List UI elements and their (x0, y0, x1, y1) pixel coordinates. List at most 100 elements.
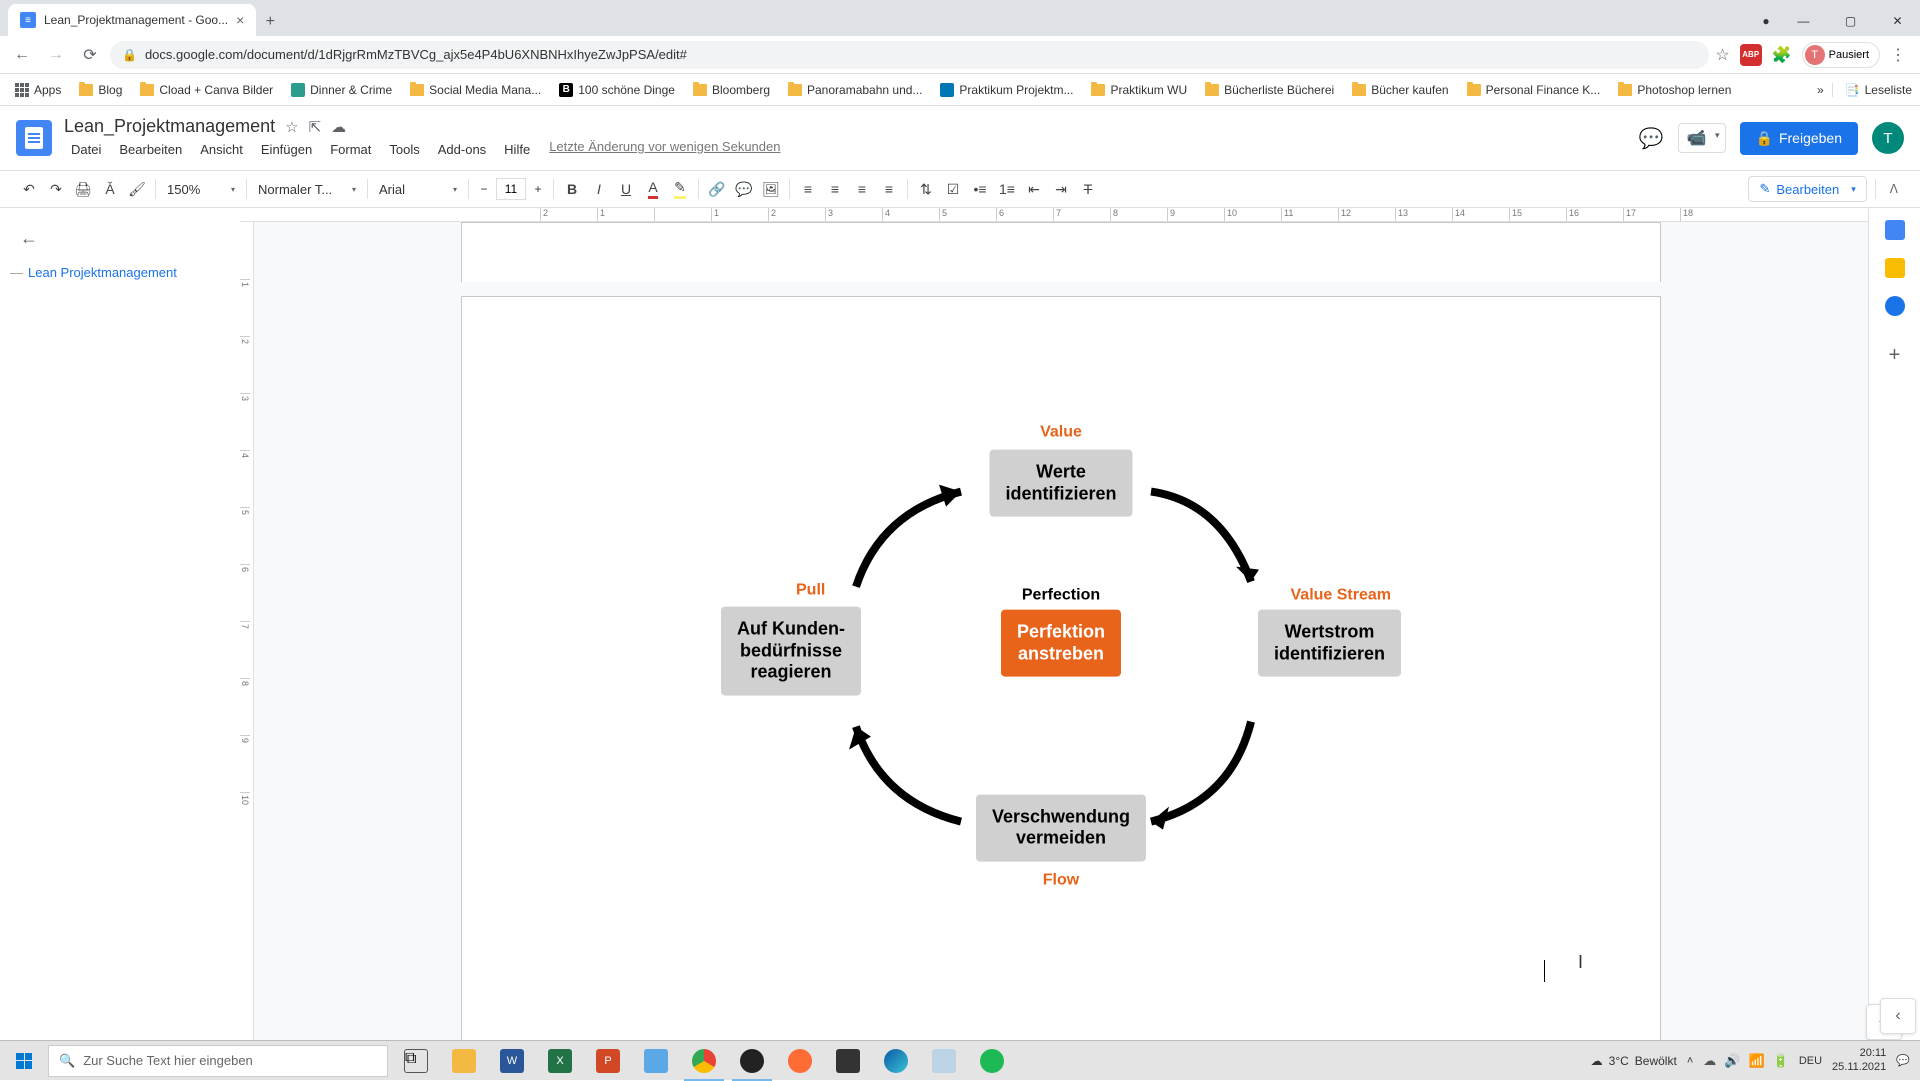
profile-button[interactable]: T Pausiert (1802, 42, 1880, 68)
reload-button[interactable]: ⟳ (76, 41, 104, 69)
tray-chevron-up-icon[interactable]: ˄ (1687, 1055, 1693, 1067)
keep-icon[interactable] (1885, 258, 1905, 278)
text-color-button[interactable]: A (640, 176, 666, 202)
bookmark-item[interactable]: Photoshop lernen (1611, 79, 1738, 101)
bookmark-item[interactable]: Bücher kaufen (1345, 79, 1455, 101)
taskbar-search[interactable]: 🔍 Zur Suche Text hier eingeben (48, 1045, 388, 1077)
bookmark-item[interactable]: Bloomberg (686, 79, 777, 101)
lean-cycle-diagram[interactable]: Value Werteidentifizieren Value Stream W… (721, 432, 1401, 902)
docs-logo[interactable] (16, 120, 52, 156)
back-button[interactable]: ← (8, 41, 36, 69)
taskbar-photos[interactable] (632, 1041, 680, 1081)
close-window-button[interactable]: ✕ (1875, 6, 1920, 36)
underline-button[interactable]: U (613, 176, 639, 202)
taskbar-clock[interactable]: 20:11 25.11.2021 (1832, 1047, 1886, 1073)
taskbar-app[interactable] (824, 1041, 872, 1081)
forward-button[interactable]: → (42, 41, 70, 69)
battery-icon[interactable]: 🔋 (1773, 1053, 1789, 1069)
last-edit-link[interactable]: Letzte Änderung vor wenigen Sekunden (549, 139, 780, 160)
bookmark-item[interactable]: Personal Finance K... (1460, 79, 1608, 101)
menu-ansicht[interactable]: Ansicht (193, 139, 250, 160)
tasks-icon[interactable] (1885, 296, 1905, 316)
wifi-icon[interactable]: 📶 (1748, 1053, 1764, 1069)
spellcheck-button[interactable]: Ǎ (97, 176, 123, 202)
taskbar-word[interactable]: W (488, 1041, 536, 1081)
bookmark-item[interactable]: B100 schöne Dinge (552, 79, 682, 101)
horizontal-ruler[interactable]: 2 1 1 2 3 4 5 6 7 8 9 10 11 12 13 14 15 … (240, 208, 1868, 222)
menu-format[interactable]: Format (323, 139, 378, 160)
outline-back-button[interactable]: ← (0, 220, 240, 257)
editing-mode-dropdown[interactable]: ✎ Bearbeiten ▾ (1748, 176, 1866, 202)
document-canvas[interactable]: 2 1 1 2 3 4 5 6 7 8 9 10 11 12 13 14 15 … (240, 208, 1868, 1040)
close-tab-icon[interactable]: × (236, 12, 244, 28)
line-spacing-button[interactable]: ⇅ (913, 176, 939, 202)
hide-menus-button[interactable]: ᐱ (1884, 182, 1904, 196)
calendar-icon[interactable] (1885, 220, 1905, 240)
zoom-dropdown[interactable]: 150% (161, 182, 241, 197)
print-button[interactable]: 🖨 (70, 176, 96, 202)
bookmarks-overflow[interactable]: » (1817, 83, 1824, 97)
clear-formatting-button[interactable]: T (1075, 176, 1101, 202)
chrome-menu-icon[interactable]: ⋮ (1890, 45, 1906, 65)
meet-button[interactable]: 📹 (1678, 123, 1726, 153)
share-button[interactable]: 🔒 Freigeben (1740, 122, 1858, 155)
maximize-button[interactable]: ▢ (1828, 6, 1873, 36)
abp-extension-icon[interactable]: ABP (1740, 44, 1762, 66)
weather-widget[interactable]: ☁ 3°C Bewölkt (1591, 1054, 1677, 1068)
move-icon[interactable]: ⇱ (309, 118, 322, 136)
align-left-button[interactable]: ≡ (795, 176, 821, 202)
font-size-input[interactable] (496, 178, 526, 200)
language-indicator[interactable]: DEU (1799, 1055, 1822, 1067)
bookmark-item[interactable]: Praktikum Projektm... (933, 79, 1080, 101)
highlight-button[interactable]: ✎ (667, 176, 693, 202)
taskbar-spotify[interactable] (968, 1041, 1016, 1081)
star-icon[interactable]: ☆ (285, 118, 298, 136)
chrome-account-dot[interactable]: ● (1753, 6, 1779, 36)
new-tab-button[interactable]: + (256, 8, 284, 36)
menu-addons[interactable]: Add-ons (431, 139, 493, 160)
font-dropdown[interactable]: Arial (373, 182, 463, 197)
font-size-increase[interactable]: + (528, 178, 548, 200)
url-input[interactable]: 🔒 docs.google.com/document/d/1dRjgrRmMzT… (110, 41, 1709, 69)
font-size-decrease[interactable]: − (474, 178, 494, 200)
align-right-button[interactable]: ≡ (849, 176, 875, 202)
cloud-status-icon[interactable]: ☁ (331, 118, 346, 136)
italic-button[interactable]: I (586, 176, 612, 202)
taskbar-notepad[interactable] (920, 1041, 968, 1081)
taskbar-obs[interactable] (728, 1041, 776, 1081)
notifications-icon[interactable]: 💬 (1896, 1054, 1910, 1067)
bookmark-item[interactable]: Praktikum WU (1084, 79, 1194, 101)
taskbar-explorer[interactable] (440, 1041, 488, 1081)
taskbar-powerpoint[interactable]: P (584, 1041, 632, 1081)
document-page-prev[interactable] (461, 222, 1661, 282)
menu-einfuegen[interactable]: Einfügen (254, 139, 319, 160)
vertical-ruler[interactable]: 1 2 3 4 5 6 7 8 9 10 (240, 222, 254, 1040)
document-title[interactable]: Lean_Projektmanagement (64, 116, 275, 137)
show-side-panel-button[interactable]: ‹ (1880, 998, 1916, 1034)
bookmark-item[interactable]: Cload + Canva Bilder (133, 79, 280, 101)
align-center-button[interactable]: ≡ (822, 176, 848, 202)
outline-heading[interactable]: Lean Projektmanagement (0, 257, 240, 288)
apps-button[interactable]: Apps (8, 79, 68, 101)
taskbar-chrome[interactable] (680, 1041, 728, 1081)
account-avatar[interactable]: T (1872, 122, 1904, 154)
bookmark-item[interactable]: Dinner & Crime (284, 79, 399, 101)
insert-link-button[interactable]: 🔗 (704, 176, 730, 202)
paint-format-button[interactable]: 🖌 (124, 176, 150, 202)
insert-image-button[interactable]: 🖼 (758, 176, 784, 202)
bookmark-item[interactable]: Social Media Mana... (403, 79, 548, 101)
taskbar-excel[interactable]: X (536, 1041, 584, 1081)
start-button[interactable] (0, 1041, 48, 1081)
taskbar-app[interactable] (776, 1041, 824, 1081)
decrease-indent-button[interactable]: ⇤ (1021, 176, 1047, 202)
browser-tab[interactable]: ≡ Lean_Projektmanagement - Goo... × (8, 4, 256, 36)
numbered-list-button[interactable]: 1≡ (994, 176, 1020, 202)
bookmark-item[interactable]: Bücherliste Bücherei (1198, 79, 1341, 101)
reading-list-button[interactable]: 📑 Leseliste (1832, 83, 1912, 97)
undo-button[interactable]: ↶ (16, 176, 42, 202)
increase-indent-button[interactable]: ⇥ (1048, 176, 1074, 202)
align-justify-button[interactable]: ≡ (876, 176, 902, 202)
bookmark-item[interactable]: Blog (72, 79, 129, 101)
bookmark-star-icon[interactable]: ☆ (1715, 45, 1729, 65)
menu-datei[interactable]: Datei (64, 139, 108, 160)
